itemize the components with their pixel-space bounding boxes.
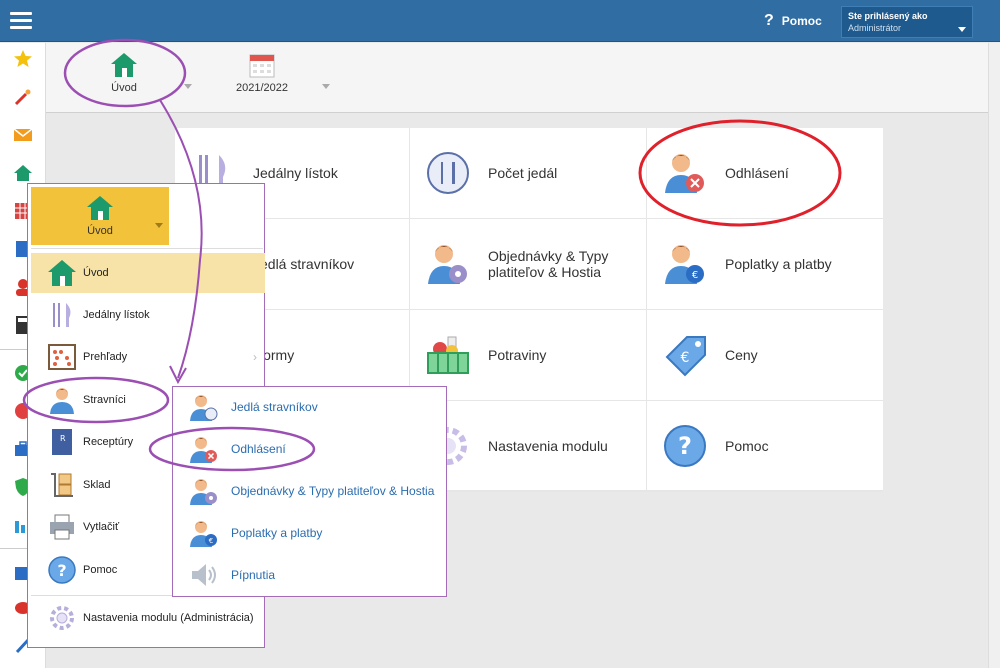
tile-objednavky[interactable]: Objednávky & Typy platiteľov & Hostia xyxy=(410,219,646,309)
home-icon[interactable] xyxy=(13,163,33,183)
user-euro-icon: € xyxy=(190,521,217,547)
menu-item-label: Receptúry xyxy=(83,436,134,448)
tile-label: Pomoc xyxy=(725,437,769,454)
menu-item-nastavenia-modulu[interactable]: Nastavenia modulu (Administrácia) xyxy=(31,598,265,638)
submenu-item-label: Objednávky & Typy platiteľov & Hostia xyxy=(231,484,435,498)
chevron-right-icon: › xyxy=(253,350,257,364)
printer-icon xyxy=(50,514,74,540)
menu-item-prehlady[interactable]: Prehľady › xyxy=(31,337,265,377)
menu-divider xyxy=(31,248,263,249)
toolbar-home-button[interactable]: Úvod xyxy=(104,51,144,94)
tile-label: Poplatky a platby xyxy=(725,256,832,272)
submenu-item-odhlaseni[interactable]: Odhlásení xyxy=(189,431,286,467)
tile-label: Nastavenia modulu xyxy=(488,437,608,454)
magic-wand-icon[interactable] xyxy=(13,87,33,107)
tile-label: Objednávky & Typy platiteľov & Hostia xyxy=(488,248,609,280)
mail-icon[interactable] xyxy=(13,125,33,145)
cutlery-icon xyxy=(53,303,71,327)
menu-item-label: Pomoc xyxy=(83,564,118,576)
gear-icon xyxy=(50,606,74,630)
star-icon[interactable] xyxy=(13,49,33,69)
abacus-icon xyxy=(48,344,76,370)
user-icon xyxy=(50,388,74,414)
toolbar-home-label: Úvod xyxy=(111,82,137,94)
menu-item-label: Stravníci xyxy=(83,394,126,406)
submenu-item-label: Poplatky a platby xyxy=(231,526,323,540)
user-settings-icon xyxy=(190,479,217,505)
tile-pomoc[interactable]: ? Pomoc xyxy=(647,401,883,490)
tile-label: Odhlásení xyxy=(725,165,789,181)
stravnici-submenu: Jedlá stravníkov Odhlásení Objednávky & … xyxy=(172,386,447,597)
menu-item-jedalny-listok[interactable]: Jedálny lístok xyxy=(31,295,265,335)
user-caption: Ste prihlásený ako xyxy=(848,11,928,21)
tile-label: Jedálny lístok xyxy=(253,165,338,181)
help-label: Pomoc xyxy=(781,14,822,28)
submenu-item-poplatky[interactable]: € Poplatky a platby xyxy=(189,515,322,551)
submenu-item-objednavky[interactable]: Objednávky & Typy platiteľov & Hostia xyxy=(189,473,434,509)
chevron-down-icon[interactable] xyxy=(322,84,330,89)
tile-label: Ceny xyxy=(725,347,758,363)
help-icon: ? xyxy=(48,556,76,584)
submenu-item-pipnutia[interactable]: Pípnutia xyxy=(189,557,275,593)
chevron-down-icon[interactable] xyxy=(184,84,192,89)
plate-count-icon xyxy=(427,152,469,194)
menu-item-uvod[interactable]: Úvod xyxy=(31,253,265,293)
calendar-icon xyxy=(249,54,275,78)
menu-item-label: Prehľady xyxy=(83,351,128,363)
home-icon xyxy=(48,260,76,286)
user-role: Administrátor xyxy=(848,23,902,33)
home-icon xyxy=(111,53,137,77)
tile-label: Jedlá stravníkov xyxy=(253,256,355,272)
svg-text:€: € xyxy=(681,350,690,366)
svg-text:?: ? xyxy=(57,561,66,580)
user-euro-icon: € xyxy=(665,245,704,284)
menu-home-label: Úvod xyxy=(87,225,113,237)
top-bar: ? Pomoc Ste prihlásený ako Administrátor xyxy=(0,0,1000,42)
tile-pocet-jedal[interactable]: Počet jedál xyxy=(410,128,646,218)
warehouse-cart-icon xyxy=(51,473,73,497)
menu-item-label: Nastavenia modulu (Administrácia) xyxy=(83,612,254,624)
menu-home-button[interactable]: Úvod xyxy=(31,187,169,245)
toolbar-year-label: 2021/2022 xyxy=(236,82,288,94)
hamburger-menu-icon[interactable] xyxy=(10,12,32,30)
svg-text:R: R xyxy=(60,434,66,443)
user-settings-icon xyxy=(428,245,467,284)
svg-text:€: € xyxy=(209,537,213,545)
tile-label: Počet jedál xyxy=(488,165,558,181)
home-icon xyxy=(87,196,113,220)
svg-text:€: € xyxy=(692,270,698,281)
chevron-down-icon xyxy=(958,27,966,32)
submenu-item-jedla-stravnikov[interactable]: Jedlá stravníkov xyxy=(189,389,318,425)
tile-ceny[interactable]: € Ceny xyxy=(647,310,883,400)
recipe-book-icon: R xyxy=(52,429,72,455)
menu-item-label: Úvod xyxy=(83,267,109,279)
user-dropdown[interactable]: Ste prihlásený ako Administrátor xyxy=(841,6,973,38)
submenu-item-label: Pípnutia xyxy=(231,568,276,582)
toolbar-year-button[interactable]: 2021/2022 xyxy=(234,51,290,94)
vertical-scrollbar[interactable] xyxy=(988,43,1000,668)
food-basket-icon xyxy=(427,336,469,374)
tile-poplatky[interactable]: € Poplatky a platby xyxy=(647,219,883,309)
speaker-icon xyxy=(192,564,216,586)
user-food-icon xyxy=(190,395,218,421)
module-toolbar: Úvod 2021/2022 xyxy=(46,43,1000,113)
user-cancel-icon xyxy=(665,154,704,193)
submenu-item-label: Odhlásení xyxy=(231,442,286,456)
chevron-down-icon xyxy=(155,223,163,228)
tile-odhlaseni[interactable]: Odhlásení xyxy=(647,128,883,218)
tile-label: Potraviny xyxy=(488,347,547,363)
help-button[interactable]: ? Pomoc xyxy=(764,12,822,30)
menu-item-label: Sklad xyxy=(83,479,111,491)
question-icon: ? xyxy=(764,12,774,29)
help-icon: ? xyxy=(664,424,706,467)
submenu-item-label: Jedlá stravníkov xyxy=(231,400,318,414)
svg-text:?: ? xyxy=(678,432,692,460)
menu-item-label: Vytlačiť xyxy=(83,521,120,533)
price-tag-icon: € xyxy=(665,336,706,377)
user-cancel-icon xyxy=(190,437,217,463)
menu-item-label: Jedálny lístok xyxy=(83,309,150,321)
